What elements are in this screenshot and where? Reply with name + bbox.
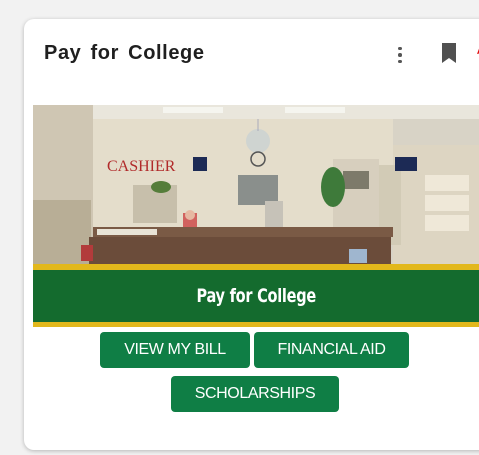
- financial-aid-button[interactable]: FINANCIAL AID: [254, 332, 409, 368]
- banner-image[interactable]: CASHIER Pay for College: [33, 105, 479, 327]
- card-title: Pay for College: [44, 42, 205, 64]
- more-vert-icon[interactable]: [392, 43, 408, 67]
- scholarships-button[interactable]: SCHOLARSHIPS: [171, 376, 339, 412]
- banner-caption: Pay for College: [196, 285, 316, 307]
- cashier-office-photo: CASHIER: [33, 105, 479, 264]
- pay-for-college-card: Pay for College CASHIER Pay for College …: [24, 19, 479, 450]
- view-my-bill-button[interactable]: VIEW MY BILL: [100, 332, 250, 368]
- bookmark-icon[interactable]: [442, 43, 456, 63]
- cashier-sign-text: CASHIER: [107, 158, 176, 175]
- banner-caption-bar: Pay for College: [33, 270, 479, 322]
